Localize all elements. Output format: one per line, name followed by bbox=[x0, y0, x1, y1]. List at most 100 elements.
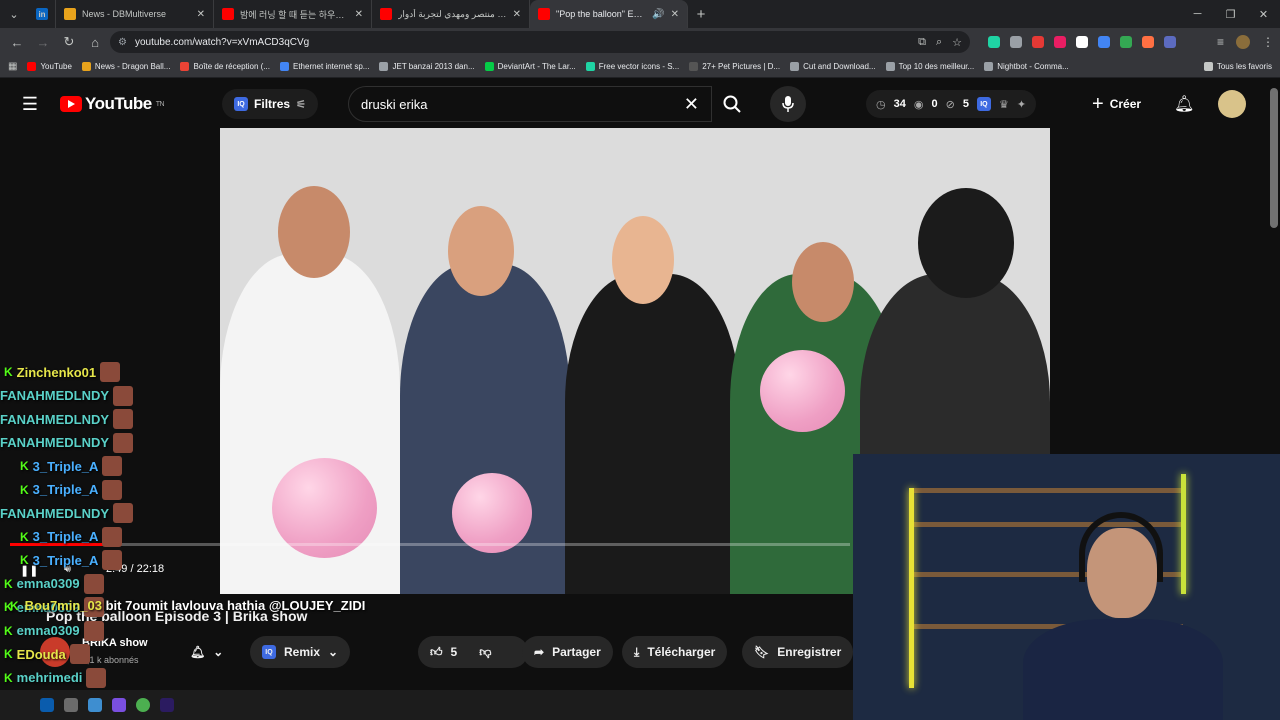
bookmark-star-icon[interactable]: ☆ bbox=[952, 36, 962, 49]
bookmark-cut-download[interactable]: Cut and Download... bbox=[790, 62, 876, 71]
bookmark-nightbot[interactable]: Nightbot - Comma... bbox=[984, 62, 1069, 71]
kick-icon: K bbox=[20, 459, 29, 473]
address-bar[interactable]: ⚙ youtube.com/watch?v=xVmACD3qCVg ⧉ ⌕ ☆ bbox=[110, 31, 970, 53]
search-icon[interactable] bbox=[40, 698, 54, 712]
stat-views: 34 bbox=[893, 98, 906, 110]
clear-search-icon[interactable]: ✕ bbox=[684, 94, 699, 115]
pink-balloon bbox=[452, 473, 532, 553]
tab-linkedin[interactable]: in bbox=[28, 0, 56, 28]
chat-username: 3_Triple_A bbox=[32, 482, 99, 497]
share-button[interactable]: ➦ Partager bbox=[522, 636, 613, 668]
save-label: Enregistrer bbox=[777, 645, 842, 659]
account-avatar[interactable] bbox=[1218, 90, 1246, 118]
close-window-icon[interactable]: ✕ bbox=[1247, 8, 1280, 21]
video-progress-bar[interactable] bbox=[10, 543, 850, 546]
tab-youtube-arabic[interactable]: إستدعيت منتصر ومهدي لتجربة أدوار ✕ bbox=[372, 0, 530, 28]
bookmark-ethernet[interactable]: Ethernet internet sp... bbox=[279, 62, 369, 71]
share-icon: ➦ bbox=[534, 645, 545, 659]
like-button[interactable]: 👍︎ 5 bbox=[430, 645, 457, 660]
app-icon[interactable] bbox=[88, 698, 102, 712]
notifications-bell-icon[interactable]: 🔔︎ bbox=[1174, 94, 1194, 114]
extensions-puzzle-icon[interactable] bbox=[1164, 36, 1176, 48]
youtube-header: ☰ YouTube TN IQ Filtres ⚟ druski erika ✕ … bbox=[0, 80, 1280, 128]
profile-avatar[interactable] bbox=[1236, 35, 1250, 49]
chat-username: Zinchenko01 bbox=[16, 364, 97, 380]
home-icon[interactable]: ⌂ bbox=[84, 35, 106, 50]
youtube-logo[interactable]: YouTube TN bbox=[60, 94, 165, 114]
chat-line: K EDouda bbox=[4, 643, 90, 665]
extension-icon[interactable] bbox=[1120, 36, 1132, 48]
app-icon[interactable] bbox=[112, 698, 126, 712]
extension-icon[interactable] bbox=[1054, 36, 1066, 48]
all-bookmarks[interactable]: Tous les favoris bbox=[1203, 62, 1272, 71]
globe-icon bbox=[379, 62, 389, 71]
microphone-icon[interactable] bbox=[770, 86, 806, 122]
maximize-icon[interactable]: ❐ bbox=[1214, 8, 1247, 21]
extension-icon[interactable] bbox=[1076, 36, 1088, 48]
bookmark-pet-pictures[interactable]: 27+ Pet Pictures | D... bbox=[689, 62, 780, 71]
chat-line: Kemna0309 bbox=[4, 620, 104, 642]
bookmark-label: Free vector icons - S... bbox=[598, 62, 680, 71]
extension-icon[interactable] bbox=[1010, 36, 1022, 48]
dislike-button[interactable]: 👎︎ bbox=[479, 645, 491, 660]
chat-message: K Bou7min_03 bit 7oumit lavlouva hathia @… bbox=[10, 598, 365, 613]
extension-icon[interactable] bbox=[988, 36, 1000, 48]
forward-icon[interactable]: → bbox=[32, 35, 54, 50]
hamburger-menu-icon[interactable]: ☰ bbox=[0, 94, 60, 115]
bookmark-dragonball[interactable]: News - Dragon Ball... bbox=[81, 62, 170, 71]
cast-icon[interactable]: ⧉ bbox=[918, 36, 926, 49]
extension-stats-bar[interactable]: ◷ 34 ◉ 0 ⊘ 5 IQ ♛ ✦ bbox=[866, 90, 1037, 118]
filters-button[interactable]: IQ Filtres ⚟ bbox=[222, 89, 318, 119]
bookmark-youtube[interactable]: YouTube bbox=[27, 62, 72, 71]
bookmark-gmail[interactable]: Boîte de réception (... bbox=[180, 62, 270, 71]
youtube-icon bbox=[27, 62, 37, 71]
bookmark-top10[interactable]: Top 10 des meilleur... bbox=[885, 62, 974, 71]
tab-pop-the-balloon[interactable]: "Pop the balloon" Episode 3 🔊 ✕ bbox=[530, 0, 688, 28]
download-button[interactable]: ⤓ Télécharger bbox=[622, 636, 728, 668]
speaker-icon[interactable]: 🔊 bbox=[652, 9, 664, 20]
minimize-icon[interactable]: ─ bbox=[1181, 8, 1214, 21]
site-info-icon[interactable]: ⚙ bbox=[118, 37, 127, 48]
subscription-bell-button[interactable]: 🔔︎ ⌄ bbox=[178, 636, 235, 668]
tab-youtube-house[interactable]: 밤에 러닝 할 때 듣는 하우스 - Y ✕ bbox=[214, 0, 372, 28]
iq-icon: IQ bbox=[262, 645, 276, 659]
reading-list-icon[interactable]: ≡ bbox=[1217, 35, 1224, 49]
close-tab-icon[interactable]: ✕ bbox=[355, 9, 363, 20]
extension-icon[interactable] bbox=[1032, 36, 1044, 48]
menu-kebab-icon[interactable]: ⋮ bbox=[1262, 35, 1274, 49]
filters-label: Filtres bbox=[254, 97, 291, 111]
bookmark-deviantart[interactable]: DeviantArt - The Lar... bbox=[484, 62, 576, 71]
chat-emote-icon bbox=[102, 550, 123, 570]
premiere-icon[interactable] bbox=[160, 698, 174, 712]
bookmark-jet-banzai[interactable]: JET banzai 2013 dan... bbox=[379, 62, 475, 71]
youtube-icon bbox=[380, 8, 392, 20]
new-tab-icon[interactable]: + bbox=[688, 6, 714, 23]
remix-button[interactable]: IQ Remix ⌄ bbox=[250, 636, 351, 668]
bookmark-vector-icons[interactable]: Free vector icons - S... bbox=[585, 62, 680, 71]
bookmark-label: Nightbot - Comma... bbox=[997, 62, 1069, 71]
back-icon[interactable]: ← bbox=[6, 35, 28, 50]
close-tab-icon[interactable]: ✕ bbox=[513, 9, 521, 20]
zoom-icon[interactable]: ⌕ bbox=[936, 36, 942, 49]
save-button[interactable]: 🔖︎ Enregistrer bbox=[742, 636, 854, 668]
extension-icon[interactable] bbox=[1098, 36, 1110, 48]
create-button[interactable]: + Créer bbox=[1092, 90, 1141, 118]
reload-icon[interactable]: ↻ bbox=[58, 34, 80, 50]
chrome-icon[interactable] bbox=[136, 698, 150, 712]
chat-username: 3_Triple_A bbox=[32, 458, 99, 474]
kick-icon: K bbox=[20, 482, 29, 497]
search-icon[interactable] bbox=[712, 86, 752, 122]
page-scrollbar[interactable] bbox=[1270, 88, 1278, 228]
linkedin-icon: in bbox=[36, 8, 48, 20]
close-tab-icon[interactable]: ✕ bbox=[671, 9, 679, 20]
bell-icon: 🔔︎ bbox=[190, 645, 206, 659]
extension-icon[interactable] bbox=[1142, 36, 1154, 48]
tab-search-icon[interactable]: ⌄ bbox=[0, 0, 28, 28]
task-view-icon[interactable] bbox=[64, 698, 78, 712]
close-tab-icon[interactable]: ✕ bbox=[197, 9, 205, 20]
tab-dbmultiverse[interactable]: News - DBMultiverse ✕ bbox=[56, 0, 214, 28]
youtube-play-icon bbox=[60, 96, 82, 112]
thumbs-down-icon: 👎︎ bbox=[479, 644, 492, 659]
search-input[interactable]: druski erika ✕ bbox=[348, 86, 712, 122]
apps-grid-icon[interactable]: ▦ bbox=[8, 61, 17, 72]
